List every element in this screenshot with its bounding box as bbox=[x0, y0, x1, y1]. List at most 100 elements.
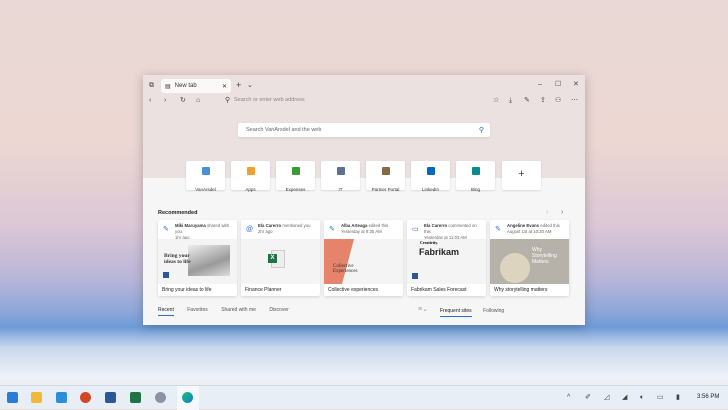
maximize-icon[interactable]: ☐ bbox=[555, 81, 561, 88]
close-tab-icon[interactable]: ✕ bbox=[222, 83, 227, 90]
quick-link-linkedin[interactable]: LinkedIn bbox=[411, 161, 450, 192]
page-icon: ▤ bbox=[165, 83, 171, 90]
taskbar: ^ ✐ ◿ ◢ 🔈︎ ▭ ▮ 3:56 PM bbox=[0, 385, 728, 410]
quick-link-partner-portal[interactable]: Partner Portal bbox=[366, 161, 405, 192]
quick-link-expenses[interactable]: Expenses bbox=[276, 161, 315, 192]
card-action: edited this bbox=[540, 223, 560, 228]
card-time: Yesterday at 9:35 AM bbox=[341, 228, 382, 234]
file-explorer-icon[interactable] bbox=[31, 392, 42, 403]
card-preview: Collective Experiences bbox=[324, 239, 403, 284]
activity-icon: @ bbox=[246, 226, 254, 233]
network-icon[interactable]: ◿ bbox=[604, 394, 609, 401]
card-title: Collective experiences bbox=[328, 287, 379, 293]
activity-icon: ▭ bbox=[412, 226, 419, 233]
profile-icon[interactable]: ⚇ bbox=[555, 97, 561, 104]
downloads-icon[interactable]: ⤓ bbox=[509, 97, 512, 104]
quick-link-it[interactable]: IT bbox=[321, 161, 360, 192]
recommended-card[interactable]: ✎ Angeline Evans edited this August 1st at… bbox=[490, 220, 569, 296]
recommended-card[interactable]: ▭ Ela Carerro commented on this Yesterday … bbox=[407, 220, 486, 296]
word-icon[interactable] bbox=[105, 392, 116, 403]
pen-icon[interactable]: ✐ bbox=[585, 394, 591, 401]
card-author: Miki Maruyama bbox=[175, 223, 206, 228]
mail-icon[interactable] bbox=[56, 392, 67, 403]
preview-text: Collective Experiences bbox=[333, 264, 358, 274]
tab-new-tab[interactable]: ▤ New tab ✕ bbox=[161, 79, 231, 93]
next-icon[interactable]: › bbox=[561, 209, 563, 216]
address-input[interactable]: Search or enter web address bbox=[234, 97, 484, 103]
previous-icon[interactable]: ‹ bbox=[546, 209, 548, 216]
card-preview: X bbox=[241, 239, 320, 284]
volume-icon[interactable]: 🔈︎ bbox=[640, 394, 644, 401]
card-title: Bring your ideas to life bbox=[162, 287, 212, 293]
preview-subtext: Creativity. bbox=[420, 240, 439, 245]
close-window-icon[interactable]: ✕ bbox=[573, 81, 579, 88]
search-icon[interactable]: ⚲ bbox=[479, 126, 484, 134]
activity-icon: ✎ bbox=[329, 226, 335, 233]
browser-window: ⧉ ▤ New tab ✕ + ⌄ – ☐ ✕ ‹ › ↻ ⌂ ⚲ Search… bbox=[143, 75, 585, 325]
clock[interactable]: 3:56 PM bbox=[697, 394, 719, 400]
add-site-button[interactable]: + bbox=[502, 161, 541, 190]
minimize-icon[interactable]: – bbox=[538, 81, 542, 88]
search-box[interactable]: Search VanArsdel and the web ⚲ bbox=[238, 123, 490, 137]
quick-link-label: Partner Portal bbox=[371, 187, 400, 192]
favorites-icon[interactable]: ☆ bbox=[493, 97, 499, 104]
chevron-down-icon[interactable]: ⌄ bbox=[247, 82, 253, 89]
card-time: 2hr ago bbox=[258, 228, 273, 234]
show-hidden-icons[interactable]: ^ bbox=[567, 394, 570, 401]
search-icon: ⚲ bbox=[225, 97, 231, 104]
card-title: Why storytelling matters bbox=[494, 287, 548, 293]
excel-icon: X bbox=[268, 254, 277, 263]
quick-link-label: Expenses bbox=[285, 187, 306, 192]
card-action: mentioned you bbox=[282, 223, 311, 228]
battery-icon[interactable]: ▭ bbox=[657, 394, 664, 401]
site-logo-icon bbox=[381, 167, 390, 175]
tab-recent[interactable]: Recent bbox=[158, 307, 174, 316]
card-title: Fabrikam Sales Forecast bbox=[411, 287, 467, 293]
recommended-card[interactable]: ✎ Alba Arteaga edited this Yesterday at 9:… bbox=[324, 220, 403, 296]
edge-icon bbox=[182, 392, 193, 403]
edge-taskbar-slot[interactable] bbox=[177, 386, 199, 410]
site-logo-icon bbox=[336, 167, 345, 175]
refresh-icon[interactable]: ↻ bbox=[180, 97, 186, 104]
quick-link-vanarsdel[interactable]: VanArsdel bbox=[186, 161, 225, 192]
quick-link-label: LinkedIn bbox=[421, 187, 439, 192]
card-title: Finance Planner bbox=[245, 287, 282, 293]
tab-discover[interactable]: Discover bbox=[269, 307, 288, 313]
back-icon[interactable]: ‹ bbox=[149, 97, 151, 104]
wifi-icon[interactable]: ◢ bbox=[622, 394, 627, 401]
card-author: Ela Carerro bbox=[258, 223, 282, 228]
tab-title: New tab bbox=[174, 83, 197, 89]
site-logo-icon bbox=[426, 167, 435, 175]
collections-icon[interactable]: ✎ bbox=[524, 97, 530, 104]
quick-link-bing[interactable]: Bing bbox=[456, 161, 495, 192]
tab-favorites[interactable]: Favorites bbox=[187, 307, 208, 313]
tab-actions-icon[interactable]: ⧉ bbox=[149, 82, 154, 89]
card-author: Alba Arteaga bbox=[341, 223, 368, 228]
new-tab-icon[interactable]: + bbox=[236, 81, 241, 90]
forward-icon[interactable]: › bbox=[164, 97, 166, 104]
recommended-card[interactable]: @ Ela Carerro mentioned you 2hr ago X Financ… bbox=[241, 220, 320, 296]
card-author: Angeline Evans bbox=[507, 223, 539, 228]
powerpoint-icon[interactable] bbox=[80, 392, 91, 403]
tab-frequent-sites[interactable]: Frequent sites bbox=[440, 308, 472, 317]
feed-tabs: Recent Favorites Shared with me Discover bbox=[158, 307, 289, 316]
share-icon[interactable]: ⇪ bbox=[540, 97, 546, 104]
start-icon[interactable] bbox=[7, 392, 18, 403]
quick-link-label: Apps bbox=[245, 187, 256, 192]
home-icon[interactable]: ⌂ bbox=[196, 97, 200, 104]
notification-icon[interactable]: ▮ bbox=[676, 394, 680, 401]
tab-following[interactable]: Following bbox=[483, 308, 504, 314]
word-icon bbox=[412, 273, 418, 279]
activity-icon: ✎ bbox=[163, 226, 169, 233]
settings-icon[interactable] bbox=[155, 392, 166, 403]
search-placeholder: Search VanArsdel and the web bbox=[246, 127, 322, 133]
card-action: edited this bbox=[368, 223, 389, 228]
excel-icon[interactable] bbox=[130, 392, 141, 403]
recommended-card[interactable]: ✎ Miki Maruyama shared with you 1hr ago Bri… bbox=[158, 220, 237, 296]
quick-link-apps[interactable]: Apps bbox=[231, 161, 270, 192]
word-icon bbox=[163, 272, 169, 278]
tab-shared-with-me[interactable]: Shared with me bbox=[221, 307, 256, 313]
view-options-icon[interactable]: ≡⌄ bbox=[418, 306, 428, 313]
card-preview: Bring your ideas to life bbox=[158, 239, 237, 284]
more-icon[interactable]: ⋯ bbox=[571, 97, 578, 104]
